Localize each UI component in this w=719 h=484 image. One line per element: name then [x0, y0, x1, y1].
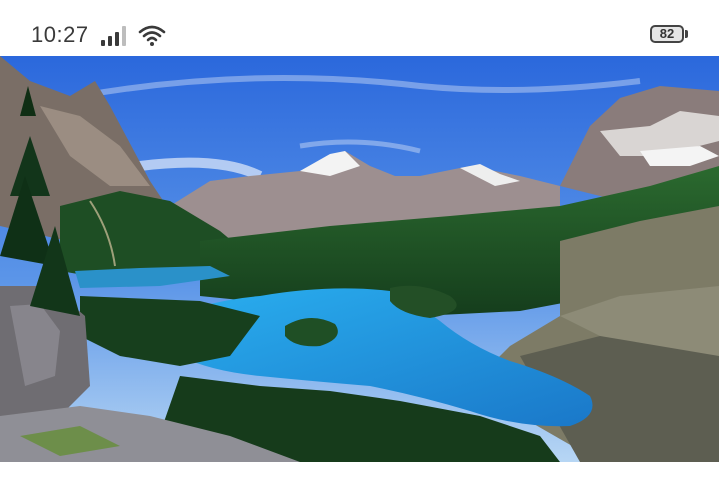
battery-tip [685, 30, 688, 38]
landscape-photo[interactable] [0, 56, 719, 462]
status-bar: 10:27 82 [0, 0, 719, 56]
battery-icon: 82 [650, 25, 690, 45]
bottom-spacer [0, 462, 719, 484]
battery-level: 82 [659, 26, 675, 41]
mountain-lake-image [0, 56, 719, 462]
signal-icon [101, 26, 126, 46]
wifi-icon [138, 25, 166, 46]
clock-time: 10:27 [31, 22, 89, 47]
